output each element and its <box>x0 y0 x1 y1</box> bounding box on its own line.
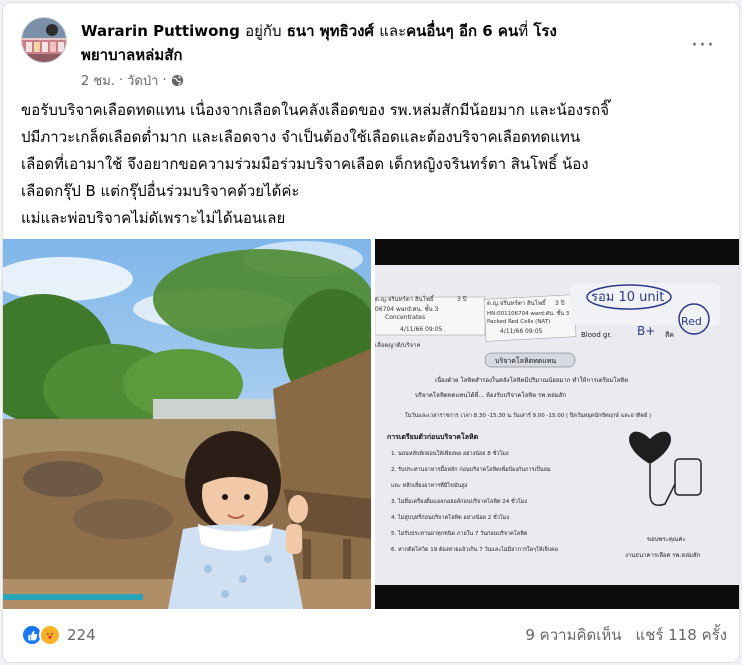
form-prep-title: การเตรียมตัวก่อนบริจาคโลหิต <box>387 432 479 441</box>
body-line-3: เลือดที่เอามาใช้ จึงอยากขอความร่วมมือร่ว… <box>21 155 589 173</box>
photo-blood-request-form[interactable]: ด.ญ.จรินทร์ตา สินโพธิ์ 06704 ward:ศน. ชั… <box>375 239 739 609</box>
form-intro-2: บริจาคโลหิตทดแทนได้ที่... ห้องรับบริจาคโ… <box>415 391 566 399</box>
form-banner: บริจาคโลหิตทดแทน <box>495 356 556 365</box>
at-word: ที่ <box>518 22 529 40</box>
form-prep-item: 2. รับประทานอาหารมื้อหลัก ก่อนบริจาคโลหิ… <box>391 465 551 473</box>
comment-count-link[interactable]: 9 ความคิดเห็น <box>525 623 621 647</box>
color-label: สีค <box>665 331 674 339</box>
color-value: Red <box>681 315 702 328</box>
photo-child-waterfall[interactable] <box>3 239 371 609</box>
blood-group-label: Blood gr. <box>581 331 612 339</box>
body-line-4: เลือดกรุ๊ป B แต่กรุ๊ปอื่นร่วมบริจาคด้วยไ… <box>21 182 300 200</box>
more-options-label: ··· <box>691 32 715 58</box>
form-thanks: ขอบพระคุณค่ะ <box>647 536 686 543</box>
form-prep-item: 4. ไม่สูบบุหรี่ก่อนบริจาคโลหิต อย่างน้อย… <box>391 513 509 521</box>
avatar-image <box>22 18 66 62</box>
and-word: และ <box>379 22 407 40</box>
form-date-2: 4/11/66 09:05 <box>500 328 543 335</box>
blood-form-image: ด.ญ.จรินทร์ตา สินโพธิ์ 06704 ward:ศน. ชั… <box>375 239 739 609</box>
meta-separator: · <box>118 73 124 88</box>
form-ward-2: HN:001106704 ward:ศน. ชั้น 3 <box>487 309 570 317</box>
form-dept: งานธนาคารเลือด รพ.หล่มสัก <box>625 551 701 559</box>
location-line-2[interactable]: พยาบาลหล่มสัก <box>81 46 182 64</box>
author-line: Wararin Puttiwong อยู่กับ ธนา พุทธิวงศ์ … <box>81 19 661 67</box>
location-line-1[interactable]: โรง <box>533 22 556 40</box>
handwritten-note: รอม 10 unit <box>591 290 664 305</box>
engagement-stats: 9 ความคิดเห็น แชร์ 118 ครั้ง <box>525 623 727 647</box>
form-date-1: 4/11/66 09:05 <box>400 326 443 333</box>
form-prep-item: 5. ไม่รับประทานยาทุกชนิด ภายใน 7 วันก่อน… <box>391 529 528 537</box>
post-meta: 2 ชม. · วัดป่า · <box>81 70 184 91</box>
globe-icon[interactable] <box>171 74 184 87</box>
form-hours: ในวันและเวลาราชการ เวลา 8.30 -15.30 น.วั… <box>405 412 651 419</box>
body-line-2: ปมีภาวะเกล็ดเลือดต่ำมาก และเลือดจาง จำเป… <box>21 128 581 146</box>
reaction-count: 224 <box>67 626 96 644</box>
body-line-5: แม่และพ่อบริจาคไม่ดัเพราะไม่ได้นอนเลย <box>21 209 286 227</box>
form-prep-item: 1. นอนหลับพักผ่อนให้เพียงพอ อย่างน้อย 8 … <box>391 449 509 457</box>
form-age-2: 3 ปี <box>555 299 565 307</box>
reactions-bar: 224 9 ความคิดเห็น แชร์ 118 ครั้ง <box>21 617 727 653</box>
form-intro-1: เนื่องด้วย โลหิตสำรองในคลังโลหิตมีปริมาณ… <box>435 376 628 384</box>
photo-child-waterfall-image <box>3 239 371 609</box>
form-concentrates: Concentrates <box>385 314 425 321</box>
post-body: ขอรับบริจาคเลือดทดแทน เนื่องจากเลือดในคล… <box>21 97 727 232</box>
form-prep-item: 3. ไม่ดื่มเครื่องดื่มแอลกอฮอล์ก่อนบริจาค… <box>391 497 527 505</box>
meta-separator-2: · <box>162 73 167 88</box>
photo-grid: ด.ญ.จรินทร์ตา สินโพธิ์ 06704 ward:ศน. ชั… <box>3 239 739 609</box>
post-time[interactable]: 2 ชม. <box>81 70 115 91</box>
form-prep-item: และ หลีกเลี่ยงอาหารที่มีไขมันสูง <box>391 481 468 489</box>
post-card: Wararin Puttiwong อยู่กับ ธนา พุทธิวงศ์ … <box>2 2 740 663</box>
with-word: อยู่กับ <box>245 22 282 40</box>
tagged-others[interactable]: คนอื่นๆ อีก 6 คน <box>406 22 518 40</box>
post-header: Wararin Puttiwong อยู่กับ ธนา พุทธิวงศ์ … <box>21 17 721 97</box>
reaction-summary[interactable]: 224 <box>21 624 96 646</box>
form-label-side: เลือดญาติ/บริจาค <box>375 341 421 349</box>
more-options-button[interactable]: ··· <box>685 27 721 63</box>
care-icon <box>39 624 61 646</box>
post-place[interactable]: วัดป่า <box>127 70 158 91</box>
form-packed: Packed Red Cells (NAT) <box>487 319 550 325</box>
blood-group-value: B+ <box>637 324 655 338</box>
body-line-1: ขอรับบริจาคเลือดทดแทน เนื่องจากเลือดในคล… <box>21 101 610 119</box>
form-patient-1: ด.ญ.จรินทร์ตา สินโพธิ์ <box>375 294 435 303</box>
share-count-link[interactable]: แชร์ 118 ครั้ง <box>636 623 728 647</box>
author-name[interactable]: Wararin Puttiwong <box>81 22 240 40</box>
form-patient-2: ด.ญ.จรินทร์ตา สินโพธิ์ <box>487 298 547 307</box>
form-prep-item: 6. หากติดโควิด 19 ต้องหายแล้วเกิน 7 วันแ… <box>391 545 558 553</box>
author-avatar[interactable] <box>21 17 67 63</box>
tagged-person[interactable]: ธนา พุทธิวงศ์ <box>287 22 374 40</box>
form-age-1: 3 ปี <box>457 295 467 303</box>
